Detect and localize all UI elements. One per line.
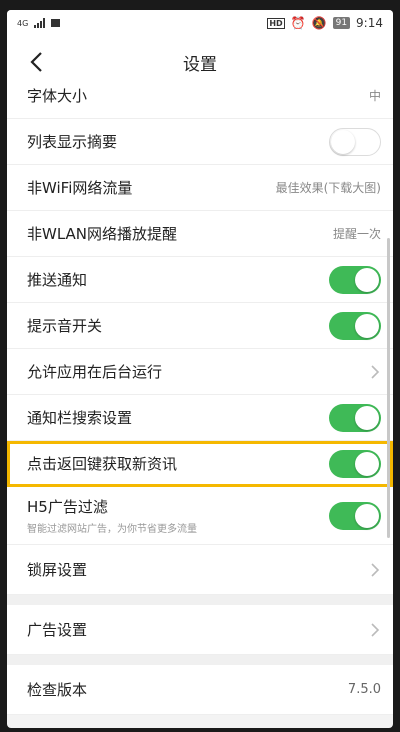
setting-font-size[interactable]: 字体大小 中 — [7, 73, 393, 119]
settings-list: 字体大小 中 列表显示摘要 非WiFi网络流量 最佳效果(下载大图) 非WLAN… — [7, 73, 393, 715]
summary-toggle[interactable] — [329, 127, 381, 156]
setting-nonwifi[interactable]: 非WiFi网络流量 最佳效果(下载大图) — [7, 165, 393, 211]
notif-search-label: 通知栏搜索设置 — [27, 409, 133, 427]
setting-check-version[interactable]: 检查版本 7.5.0 — [7, 665, 393, 715]
font-size-value: 中 — [368, 89, 381, 103]
font-size-label: 字体大小 — [27, 87, 88, 105]
setting-ad[interactable]: 广告设置 — [7, 605, 393, 655]
background-label: 允许应用在后台运行 — [27, 363, 163, 381]
setting-nonwlan[interactable]: 非WLAN网络播放提醒 提醒一次 — [7, 211, 393, 257]
chevron-right-icon — [371, 562, 380, 577]
back-arrow-icon[interactable] — [23, 48, 51, 76]
signal-icon — [34, 18, 46, 28]
sound-toggle[interactable] — [329, 311, 381, 340]
back-refresh-label: 点击返回键获取新资讯 — [27, 455, 178, 473]
hd-icon: HD — [267, 17, 285, 29]
h5-filter-sub: 智能过滤网站广告，为你节省更多流量 — [27, 524, 197, 535]
push-toggle[interactable] — [329, 265, 381, 294]
version-value: 7.5.0 — [347, 682, 381, 697]
phone-screen: 4G HD ⏰ 🔕 91 9:14 设置 字体大小 中 列表显示摘要 非WiFi… — [7, 10, 393, 728]
scrollbar[interactable] — [387, 238, 390, 538]
battery-indicator: 91 — [332, 17, 351, 29]
nonwifi-value: 最佳效果(下载大图) — [275, 181, 381, 195]
section-divider — [7, 595, 393, 605]
notif-search-toggle[interactable] — [329, 403, 381, 432]
setting-summary: 列表显示摘要 — [7, 119, 393, 165]
nonwlan-value: 提醒一次 — [332, 227, 381, 241]
h5-filter-toggle[interactable] — [329, 501, 381, 530]
section-divider — [7, 655, 393, 665]
alarm-icon: ⏰ — [290, 16, 306, 30]
sound-label: 提示音开关 — [27, 317, 103, 335]
push-label: 推送通知 — [27, 271, 88, 289]
carrier-label: 4G — [17, 18, 29, 28]
h5-filter-label: H5广告过滤 — [27, 498, 108, 516]
chevron-right-icon — [371, 622, 380, 637]
lock-screen-label: 锁屏设置 — [27, 561, 88, 579]
summary-label: 列表显示摘要 — [27, 133, 118, 151]
setting-back-refresh: 点击返回键获取新资讯 — [7, 441, 393, 487]
mute-icon: 🔕 — [311, 16, 327, 30]
setting-background[interactable]: 允许应用在后台运行 — [7, 349, 393, 395]
sim-icon — [51, 19, 61, 27]
nonwifi-label: 非WiFi网络流量 — [27, 179, 133, 197]
back-refresh-toggle[interactable] — [329, 449, 381, 478]
status-bar: 4G HD ⏰ 🔕 91 9:14 — [7, 10, 393, 36]
page-title: 设置 — [183, 54, 217, 75]
nonwlan-label: 非WLAN网络播放提醒 — [27, 225, 178, 243]
setting-notif-search: 通知栏搜索设置 — [7, 395, 393, 441]
setting-h5-filter: H5广告过滤 智能过滤网站广告，为你节省更多流量 — [7, 487, 393, 545]
setting-push: 推送通知 — [7, 257, 393, 303]
chevron-right-icon — [371, 364, 380, 379]
ad-settings-label: 广告设置 — [27, 621, 88, 639]
check-version-label: 检查版本 — [27, 681, 88, 699]
setting-lock-screen[interactable]: 锁屏设置 — [7, 545, 393, 595]
status-time: 9:14 — [356, 16, 383, 30]
setting-sound: 提示音开关 — [7, 303, 393, 349]
